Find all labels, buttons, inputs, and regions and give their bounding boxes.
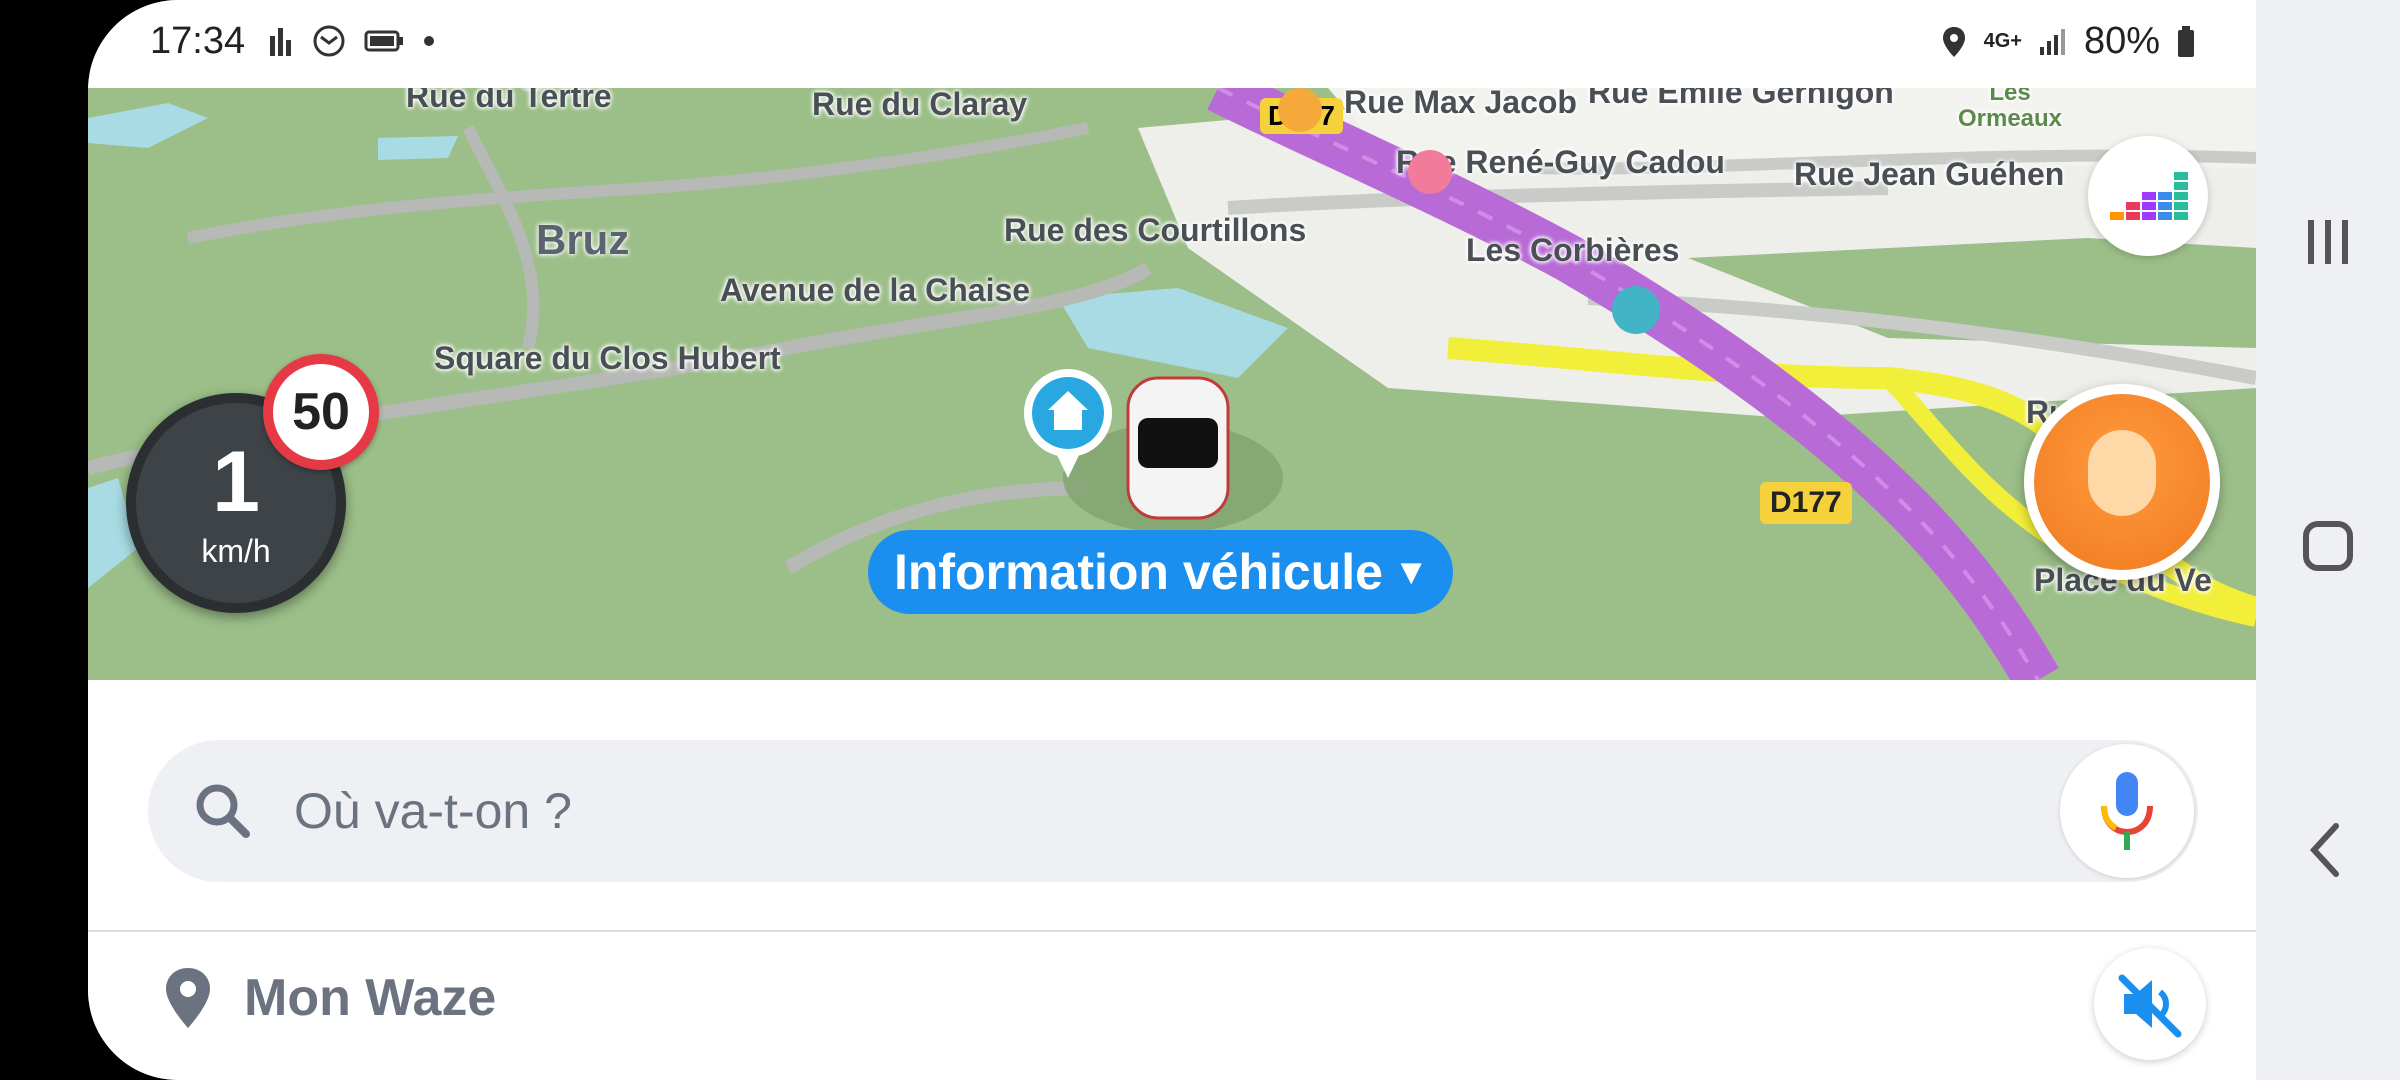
street-label: Les Corbières	[1466, 232, 1680, 268]
search-bar[interactable]: Où va-t-on ?	[148, 740, 2198, 882]
street-label: Rue des Courtillons	[1004, 212, 1307, 248]
wazer-avatar-icon[interactable]	[1612, 286, 1660, 334]
dot-icon	[424, 36, 434, 46]
sound-muted-icon	[2118, 974, 2182, 1038]
vehicle-info-button[interactable]: Information véhicule ▼	[868, 530, 1453, 614]
street-label: Avenue de la Chaise	[720, 272, 1031, 308]
speed-limit-sign: 50	[263, 354, 379, 470]
report-button[interactable]	[2024, 384, 2220, 580]
deezer-icon	[2110, 172, 2188, 220]
back-icon[interactable]	[2292, 814, 2364, 886]
music-player-button[interactable]	[2088, 136, 2208, 256]
speed-unit: km/h	[201, 533, 271, 569]
network-4g-icon: 4G+	[1983, 30, 2022, 52]
recent-apps-icon[interactable]	[2292, 206, 2364, 278]
street-label: Rue Emile Gernigon	[1588, 88, 1894, 110]
report-icon	[2034, 394, 2210, 570]
search-icon	[196, 784, 250, 838]
status-left-icons	[268, 24, 436, 58]
wazer-avatar-icon[interactable]	[1408, 150, 1452, 194]
system-nav-bar	[2256, 0, 2400, 1080]
street-label: Square du Clos Hubert	[434, 340, 781, 376]
email-icon	[313, 25, 345, 57]
bottom-sheet: Où va-t-on ? Mon Waze	[88, 680, 2256, 1080]
status-right: 4G+ 80%	[1940, 20, 2196, 63]
place-label: Bruz	[536, 216, 630, 263]
chevron-down-icon: ▼	[1393, 551, 1429, 592]
road-badge: D177	[1760, 482, 1852, 524]
battery-saver-icon	[364, 30, 403, 52]
street-label: Rue Max Jacob	[1344, 88, 1577, 120]
map-view[interactable]: Rue du Tertre Rue du Claray Rue Max Jaco…	[88, 88, 2256, 680]
search-placeholder: Où va-t-on ?	[294, 783, 572, 839]
battery-percent: 80%	[2083, 20, 2160, 62]
status-time: 17:34	[150, 20, 246, 62]
sound-toggle-button[interactable]	[2094, 948, 2206, 1060]
wazer-avatar-icon[interactable]	[1278, 88, 1322, 132]
signal-icon	[2039, 28, 2065, 55]
home-icon[interactable]	[2292, 510, 2364, 582]
voice-search-button[interactable]	[2060, 744, 2194, 878]
my-waze-button[interactable]: Mon Waze	[162, 966, 496, 1030]
phone-screen: 17:34 4G+ 80% Rue du Tertre Rue du Clara…	[88, 0, 2256, 1080]
area-label: Les Ormeaux	[1957, 88, 2063, 132]
street-label: Rue du Tertre	[406, 88, 612, 114]
divider	[88, 930, 2256, 932]
status-bar: 17:34 4G+ 80%	[88, 0, 2256, 88]
location-pin-icon	[166, 968, 210, 1028]
location-icon	[1942, 26, 1965, 57]
street-label: Rue Jean Guéhen	[1794, 156, 2065, 192]
my-waze-label: Mon Waze	[244, 969, 497, 1027]
signal-bars-icon	[270, 28, 291, 56]
microphone-icon	[2101, 772, 2153, 850]
vehicle-info-label: Information véhicule	[894, 544, 1383, 600]
street-label: Rue du Claray	[812, 88, 1028, 122]
battery-icon	[2178, 25, 2194, 57]
